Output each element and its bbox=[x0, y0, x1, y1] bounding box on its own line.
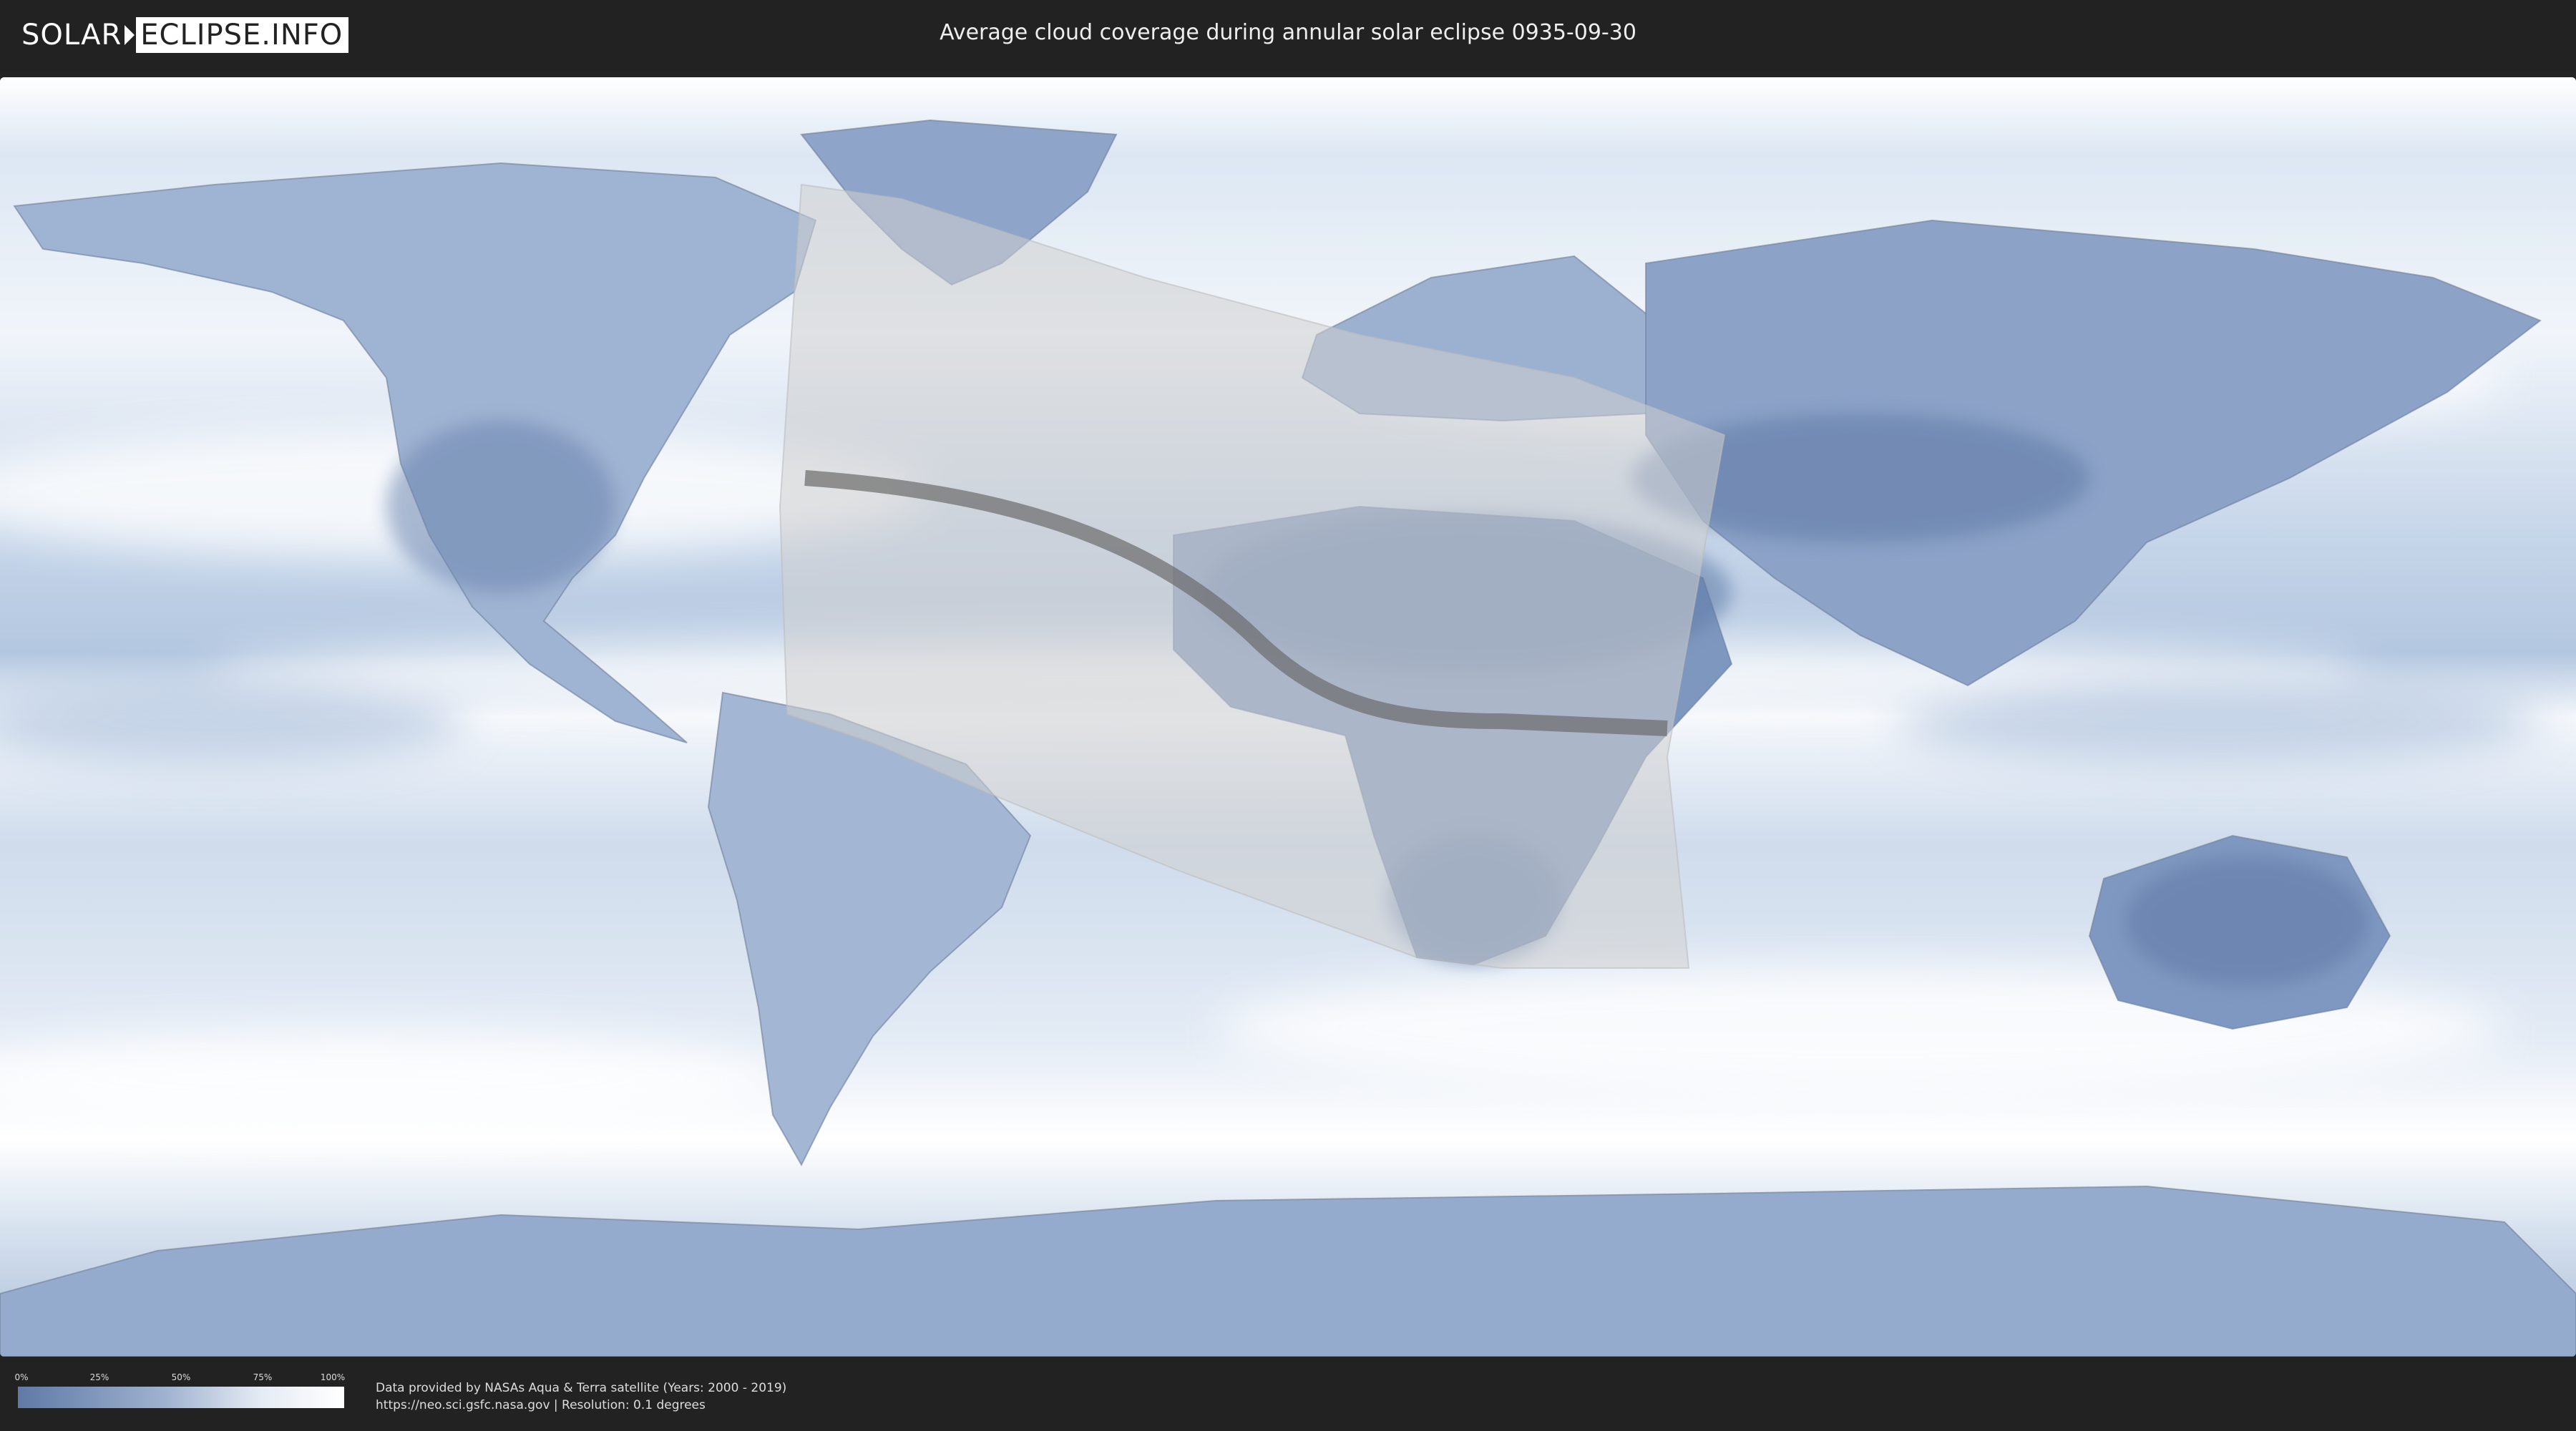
legend-tick-75: 75% bbox=[253, 1372, 273, 1382]
credit-line-source: Data provided by NASAs Aqua & Terra sate… bbox=[376, 1381, 787, 1395]
credit-line-url: https://neo.sci.gsfc.nasa.gov | Resoluti… bbox=[376, 1398, 706, 1412]
legend-tick-50: 50% bbox=[171, 1372, 191, 1382]
footer-bar: 0% 25% 50% 75% 100% Data provided by NAS… bbox=[0, 1358, 2576, 1431]
page-title: Average cloud coverage during annular so… bbox=[940, 20, 1636, 45]
legend-color-bar bbox=[18, 1387, 344, 1408]
legend-tick-25: 25% bbox=[89, 1372, 109, 1382]
world-map-svg bbox=[0, 77, 2576, 1357]
legend-ticks: 0% 25% 50% 75% 100% bbox=[14, 1372, 346, 1387]
header-bar: SOLAR ECLIPSE.INFO Average cloud coverag… bbox=[0, 0, 2576, 72]
cloud-coverage-legend: 0% 25% 50% 75% 100% bbox=[14, 1372, 346, 1408]
legend-tick-100: 100% bbox=[320, 1372, 346, 1382]
cloud-coverage-map bbox=[0, 77, 2576, 1357]
legend-tick-0: 0% bbox=[14, 1372, 29, 1382]
data-credits: Data provided by NASAs Aqua & Terra sate… bbox=[376, 1379, 786, 1414]
